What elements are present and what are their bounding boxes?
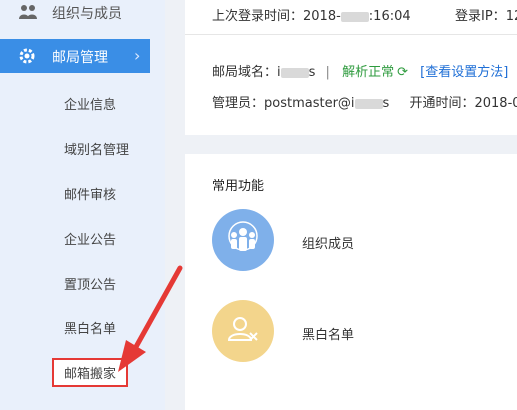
- sidebar-item-mail-admin[interactable]: 邮局管理 ›: [0, 39, 150, 73]
- common-features-panel: 常用功能 组织成员 黑白名单: [185, 154, 517, 410]
- redacted-mask: [354, 98, 383, 109]
- domain-label: 邮局域名：i: [212, 65, 281, 80]
- sidebar-item-org-members[interactable]: 组织与成员: [0, 0, 165, 28]
- refresh-icon[interactable]: ⟳: [397, 65, 408, 80]
- last-login-label: 上次登录时间：: [212, 9, 304, 24]
- sidebar-item-label: 邮局管理: [52, 50, 108, 66]
- domain-suffix: s: [308, 65, 316, 80]
- view-settings-link[interactable]: [查看设置方法]: [420, 65, 508, 80]
- feature-label: 黑白名单: [302, 328, 355, 343]
- sidebar-subitem-pinned-notice[interactable]: 置顶公告: [64, 274, 116, 293]
- divider: [185, 34, 517, 35]
- sidebar-subitem-company-notice[interactable]: 企业公告: [64, 229, 116, 248]
- admin-row: 管理员：postmaster@i s 开通时间：2018-0: [212, 92, 517, 111]
- last-login-value-end: :16:04: [368, 9, 411, 24]
- separator: |: [325, 65, 330, 80]
- feature-org-members[interactable]: 组织成员: [212, 209, 512, 271]
- gear-icon: [19, 48, 35, 64]
- open-time-value: 2018-0: [474, 96, 517, 111]
- chevron-right-icon: ›: [134, 46, 141, 65]
- sidebar-subitem-mail-review[interactable]: 邮件审核: [64, 184, 116, 203]
- team-icon: [228, 221, 258, 251]
- login-ip: 登录IP：12: [455, 5, 517, 24]
- feature-black-white-list[interactable]: 黑白名单: [212, 300, 512, 362]
- sidebar-item-label: 组织与成员: [52, 6, 122, 22]
- last-login-row: 上次登录时间：2018- :16:04 登录IP：12: [212, 5, 517, 24]
- admin-value-start: postmaster@i: [264, 96, 355, 111]
- section-title: 常用功能: [212, 179, 265, 194]
- last-login-value-start: 2018-: [303, 9, 341, 24]
- sidebar-subitem-black-white-list[interactable]: 黑白名单: [64, 318, 116, 337]
- open-time-label: 开通时间：: [409, 96, 475, 111]
- feature-label: 组织成员: [302, 237, 355, 252]
- login-ip-label: 登录IP：: [455, 9, 506, 24]
- user-block-icon: [227, 317, 258, 341]
- sidebar-subitem-domain-alias[interactable]: 域别名管理: [64, 139, 129, 158]
- admin-label: 管理员：: [212, 96, 265, 111]
- admin-value-end: s: [382, 96, 390, 111]
- sidebar-subitem-company-info[interactable]: 企业信息: [64, 94, 116, 113]
- feature-icon-circle: [212, 209, 274, 271]
- redacted-mask: [340, 11, 369, 22]
- users-icon: [19, 5, 37, 19]
- open-time: 开通时间：2018-0: [409, 96, 517, 111]
- login-ip-value: 12: [505, 9, 517, 24]
- redacted-mask: [280, 67, 309, 78]
- account-info-panel: 上次登录时间：2018- :16:04 登录IP：12 邮局域名：i s | 解析正…: [185, 0, 517, 135]
- dns-status: 解析正常: [342, 65, 395, 80]
- feature-icon-circle: [212, 300, 274, 362]
- domain-row: 邮局域名：i s | 解析正常 ⟳ [查看设置方法]: [212, 61, 508, 80]
